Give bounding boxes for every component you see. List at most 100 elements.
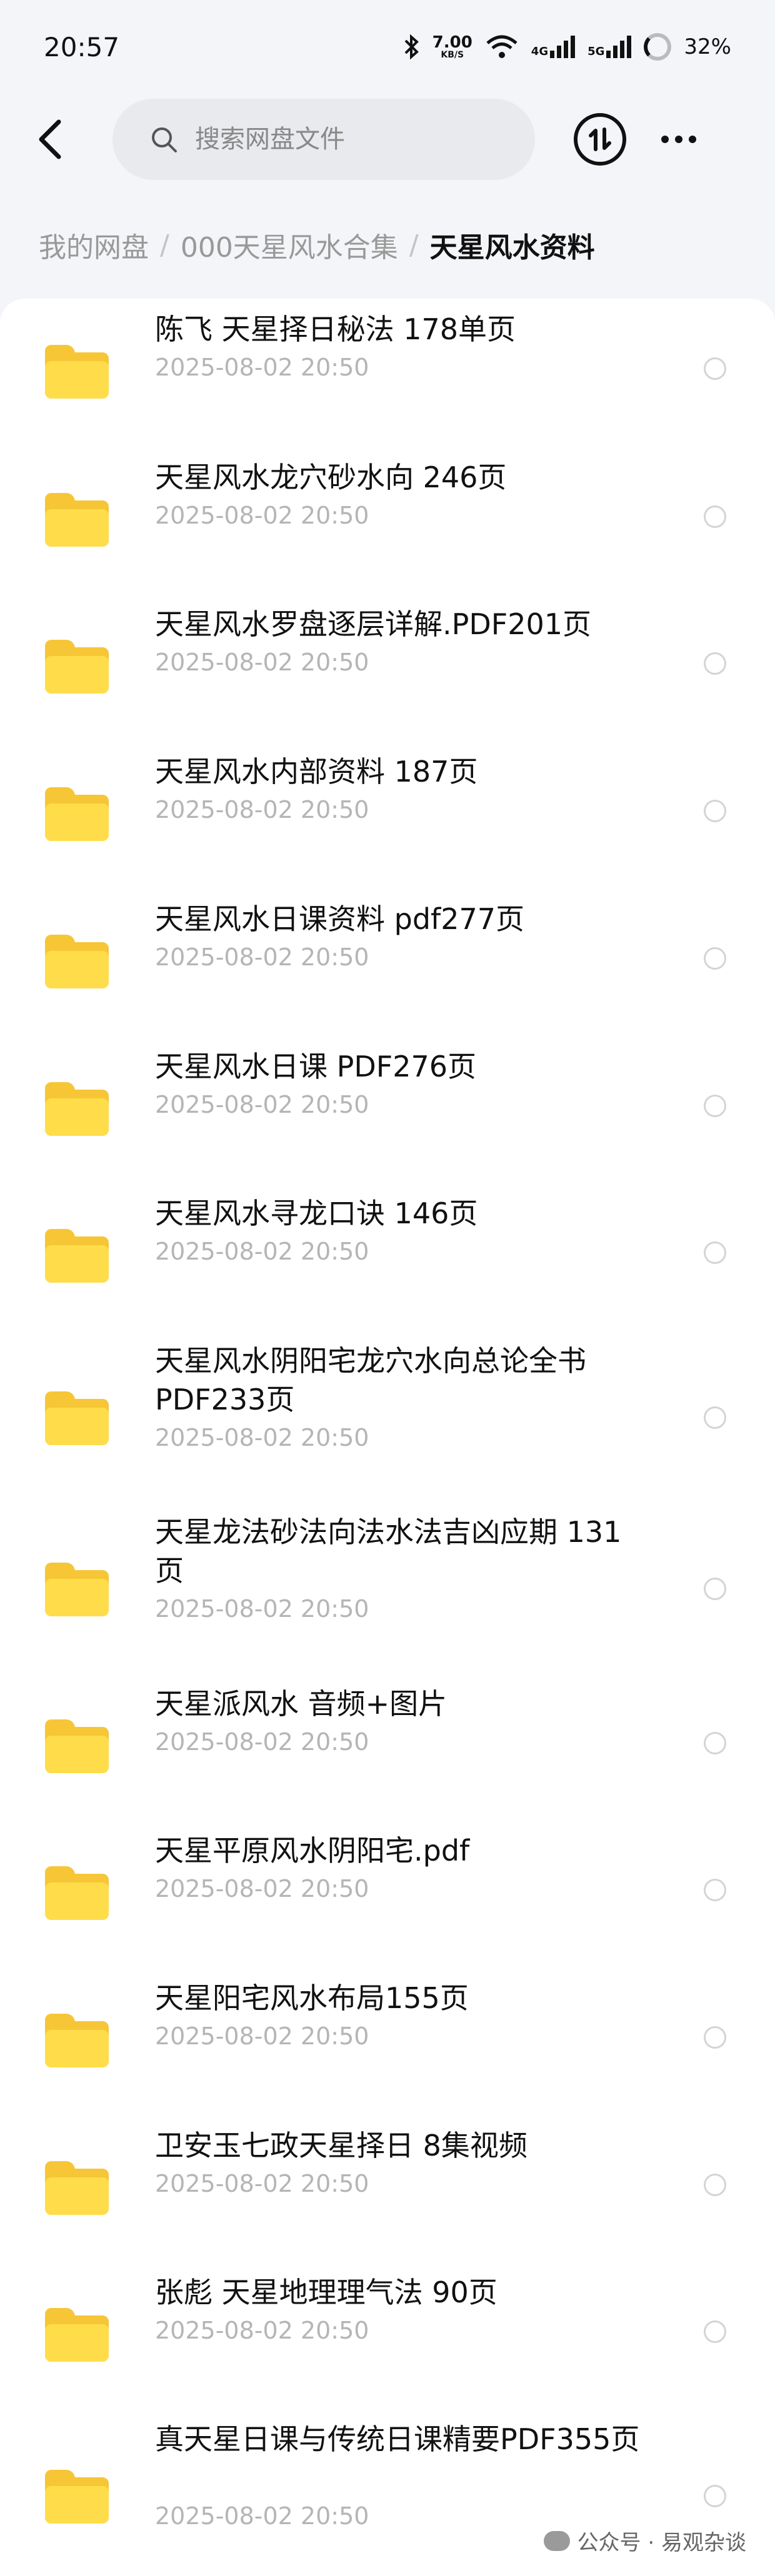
file-name: 天星龙法砂法向法水法吉凶应期 131页 xyxy=(155,1515,622,1588)
file-row[interactable]: 天星风水内部资料 187页 2025-08-02 20:50 xyxy=(0,752,775,877)
select-checkbox[interactable] xyxy=(704,1732,726,1754)
file-date: 2025-08-02 20:50 xyxy=(155,2317,369,2344)
file-row[interactable]: 天星风水日课 PDF276页 2025-08-02 20:50 xyxy=(0,1047,775,1172)
file-date: 2025-08-02 20:50 xyxy=(155,943,369,971)
file-name: 天星风水龙穴砂水向 246页 xyxy=(155,460,507,494)
folder-icon xyxy=(45,640,109,694)
select-checkbox[interactable] xyxy=(704,505,726,528)
file-date: 2025-08-02 20:50 xyxy=(155,1595,369,1623)
watermark-text: 公众号 · 易观杂谈 xyxy=(577,2530,746,2555)
transfer-icon xyxy=(589,127,611,151)
folder-icon xyxy=(45,2308,109,2362)
file-date: 2025-08-02 20:50 xyxy=(155,796,369,823)
select-checkbox[interactable] xyxy=(704,1879,726,1901)
status-icons: 7.00 KB/S 4G 5G 32% xyxy=(404,33,731,61)
top-nav xyxy=(0,94,775,184)
file-name: 天星风水寻龙口诀 146页 xyxy=(155,1196,478,1230)
back-button[interactable] xyxy=(25,114,75,164)
file-row[interactable]: 张彪 天星地理理气法 90页 2025-08-02 20:50 xyxy=(0,2273,775,2398)
file-row[interactable]: 陈飞 天星择日秘法 178单页 2025-08-02 20:50 xyxy=(0,310,775,435)
file-row[interactable]: 天星阳宅风水布局155页 2025-08-02 20:50 xyxy=(0,1979,775,2104)
search-input[interactable] xyxy=(194,124,484,154)
breadcrumb: 我的网盘 / 000天星风水合集 / 天星风水资料 xyxy=(39,225,595,265)
signal-4g: 4G xyxy=(531,36,576,58)
select-checkbox[interactable] xyxy=(704,947,726,970)
folder-icon xyxy=(45,2014,109,2067)
select-checkbox[interactable] xyxy=(704,357,726,380)
select-checkbox[interactable] xyxy=(704,1241,726,1264)
select-checkbox[interactable] xyxy=(704,2320,726,2343)
select-checkbox[interactable] xyxy=(704,2174,726,2196)
transfer-button[interactable] xyxy=(574,112,626,166)
folder-icon xyxy=(45,345,109,399)
file-name: 卫安玉七政天星择日 8集视频 xyxy=(155,2129,528,2162)
wechat-icon xyxy=(543,2530,570,2551)
file-row[interactable]: 天星风水龙穴砂水向 246页 2025-08-02 20:50 xyxy=(0,458,775,583)
select-checkbox[interactable] xyxy=(704,1578,726,1600)
breadcrumb-separator: / xyxy=(160,229,169,261)
file-date: 2025-08-02 20:50 xyxy=(155,2502,369,2530)
folder-icon xyxy=(45,787,109,841)
status-bar: 20:57 7.00 KB/S 4G 5G 32% xyxy=(0,0,775,94)
select-checkbox[interactable] xyxy=(704,652,726,675)
folder-icon xyxy=(45,493,109,547)
folder-icon xyxy=(45,1229,109,1283)
select-checkbox[interactable] xyxy=(704,2485,726,2507)
signal-icon xyxy=(550,36,576,58)
folder-icon xyxy=(45,1563,109,1616)
back-icon xyxy=(39,119,61,159)
select-checkbox[interactable] xyxy=(704,2026,726,2049)
battery-icon xyxy=(644,33,672,61)
file-row[interactable]: 天星平原风水阴阳宅.pdf 2025-08-02 20:50 xyxy=(0,1831,775,1956)
breadcrumb-item-current: 天星风水资料 xyxy=(429,232,595,264)
file-name: 张彪 天星地理理气法 90页 xyxy=(155,2275,498,2309)
folder-icon xyxy=(45,935,109,988)
file-name: 天星风水内部资料 187页 xyxy=(155,755,478,788)
file-row[interactable]: 天星风水罗盘逐层详解.PDF201页 2025-08-02 20:50 xyxy=(0,605,775,730)
file-row[interactable]: 天星派风水 音频+图片 2025-08-02 20:50 xyxy=(0,1684,775,1809)
file-row[interactable]: 天星龙法砂法向法水法吉凶应期 131页 2025-08-02 20:50 xyxy=(0,1513,775,1669)
file-name: 天星风水阴阳宅龙穴水向总论全书PDF233页 xyxy=(155,1344,586,1416)
more-icon xyxy=(661,135,669,143)
folder-icon xyxy=(45,2470,109,2524)
bluetooth-icon xyxy=(404,34,419,59)
file-date: 2025-08-02 20:50 xyxy=(155,1875,369,1902)
breadcrumb-separator: / xyxy=(409,229,419,261)
file-name: 天星风水日课 PDF276页 xyxy=(155,1050,477,1083)
battery-level: 32% xyxy=(684,34,731,59)
select-checkbox[interactable] xyxy=(704,1406,726,1429)
watermark: 公众号 · 易观杂谈 xyxy=(536,2522,754,2560)
breadcrumb-item-collection[interactable]: 000天星风水合集 xyxy=(181,225,398,265)
signal-5g: 5G xyxy=(588,36,632,58)
status-time: 20:57 xyxy=(44,31,120,62)
select-checkbox[interactable] xyxy=(704,1095,726,1117)
file-name: 陈飞 天星择日秘法 178单页 xyxy=(155,312,516,346)
file-date: 2025-08-02 20:50 xyxy=(155,1238,369,1265)
file-date: 2025-08-02 20:50 xyxy=(155,2170,369,2197)
folder-icon xyxy=(45,1719,109,1773)
file-row[interactable]: 天星风水日课资料 pdf277页 2025-08-02 20:50 xyxy=(0,900,775,1025)
breadcrumb-item-root[interactable]: 我的网盘 xyxy=(39,225,149,265)
file-row[interactable]: 天星风水寻龙口诀 146页 2025-08-02 20:50 xyxy=(0,1194,775,1319)
file-name: 天星风水日课资料 pdf277页 xyxy=(155,902,525,936)
search-bar[interactable] xyxy=(112,98,535,180)
file-date: 2025-08-02 20:50 xyxy=(155,1424,369,1451)
file-name: 真天星日课与传统日课精要PDF355页 xyxy=(155,2422,640,2456)
file-date: 2025-08-02 20:50 xyxy=(155,502,369,529)
file-name: 天星派风水 音频+图片 xyxy=(155,1687,448,1721)
select-checkbox[interactable] xyxy=(704,800,726,822)
file-row[interactable]: 卫安玉七政天星择日 8集视频 2025-08-02 20:50 xyxy=(0,2126,775,2251)
folder-icon xyxy=(45,1082,109,1136)
file-list: 陈飞 天星择日秘法 178单页 2025-08-02 20:50 天星风水龙穴砂水向… xyxy=(0,299,775,2576)
folder-icon xyxy=(45,1391,109,1445)
signal-icon xyxy=(606,36,632,58)
file-date: 2025-08-02 20:50 xyxy=(155,1091,369,1118)
file-name: 天星风水罗盘逐层详解.PDF201页 xyxy=(155,607,592,641)
wifi-icon xyxy=(486,35,518,58)
more-button[interactable] xyxy=(661,135,696,143)
file-date: 2025-08-02 20:50 xyxy=(155,1728,369,1756)
folder-icon xyxy=(45,1866,109,1920)
file-date: 2025-08-02 20:50 xyxy=(155,649,369,676)
file-row[interactable]: 天星风水阴阳宅龙穴水向总论全书PDF233页 2025-08-02 20:50 xyxy=(0,1341,775,1498)
file-name: 天星平原风水阴阳宅.pdf xyxy=(155,1834,470,1867)
